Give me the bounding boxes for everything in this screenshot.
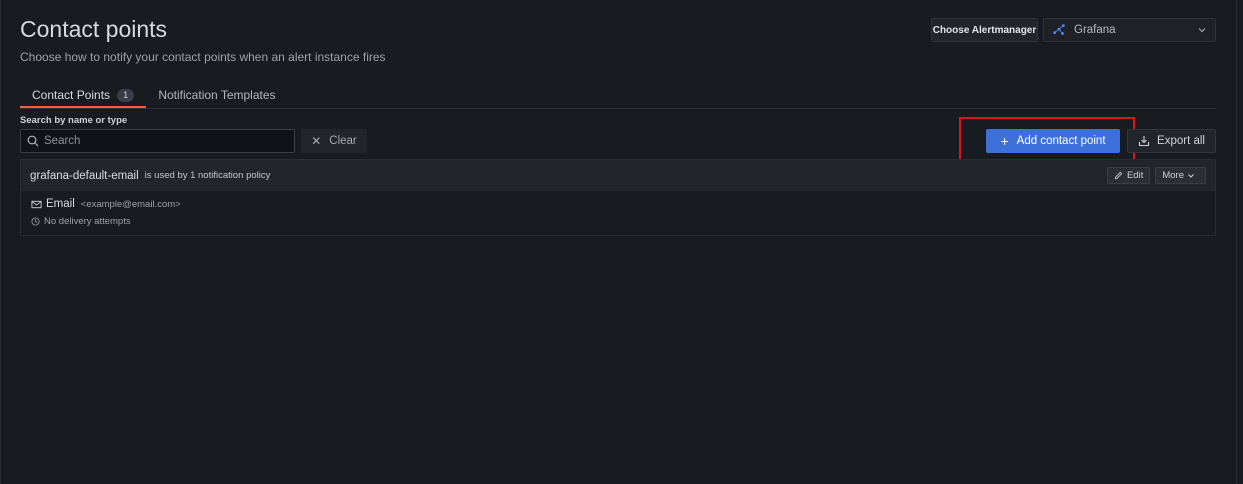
window-left-border	[0, 0, 1, 484]
contact-point-usage: is used by 1 notification policy	[144, 170, 271, 181]
clock-icon	[31, 217, 40, 226]
download-icon	[1138, 136, 1150, 147]
export-all-button[interactable]: Export all	[1127, 129, 1216, 153]
page-subtitle: Choose how to notify your contact points…	[20, 50, 386, 64]
integration-type: Email	[46, 198, 75, 210]
integration-row: Email <example@email.com>	[31, 198, 181, 210]
edit-button[interactable]: Edit	[1106, 167, 1151, 184]
more-button[interactable]: More	[1155, 167, 1206, 184]
contact-point-name: grafana-default-email	[30, 169, 139, 182]
page-title: Contact points	[20, 16, 168, 42]
integration-address: <example@email.com>	[80, 198, 181, 210]
tab-count-badge: 1	[117, 88, 135, 102]
export-all-label: Export all	[1157, 135, 1205, 147]
chevron-down-icon	[1188, 173, 1194, 178]
highlight-annotation-box	[959, 117, 1135, 164]
search-icon	[27, 135, 39, 147]
tab-divider	[20, 108, 1216, 109]
contact-point-actions: Edit More	[1106, 167, 1206, 184]
contact-point-card: grafana-default-email is used by 1 notif…	[20, 159, 1216, 236]
more-label: More	[1162, 170, 1184, 181]
edit-label: Edit	[1126, 170, 1144, 181]
search-input[interactable]	[44, 135, 284, 147]
grafana-network-icon	[1053, 24, 1065, 35]
contact-point-header: grafana-default-email is used by 1 notif…	[21, 160, 1215, 191]
tab-label: Contact Points	[32, 88, 111, 102]
tab-notification-templates[interactable]: Notification Templates	[146, 84, 287, 106]
close-icon: ✕	[311, 134, 322, 148]
chevron-down-icon	[1198, 28, 1206, 33]
clear-button[interactable]: ✕ Clear	[301, 129, 367, 153]
tab-label: Notification Templates	[158, 88, 276, 102]
choose-alertmanager-label: Choose Alertmanager	[931, 18, 1038, 42]
search-field[interactable]	[20, 129, 295, 153]
alertmanager-select[interactable]: Grafana	[1043, 18, 1216, 42]
search-label: Search by name or type	[20, 115, 128, 126]
tab-contact-points[interactable]: Contact Points 1	[20, 84, 147, 109]
alertmanager-selected-value: Grafana	[1074, 24, 1116, 36]
delivery-status-row: No delivery attempts	[31, 216, 131, 227]
envelope-icon	[31, 200, 42, 208]
clear-label: Clear	[329, 135, 357, 147]
tab-bar: Contact Points 1 Notification Templates	[20, 84, 288, 109]
window-right-border	[1236, 0, 1237, 484]
delivery-status: No delivery attempts	[44, 216, 131, 227]
pencil-icon	[1114, 171, 1123, 180]
